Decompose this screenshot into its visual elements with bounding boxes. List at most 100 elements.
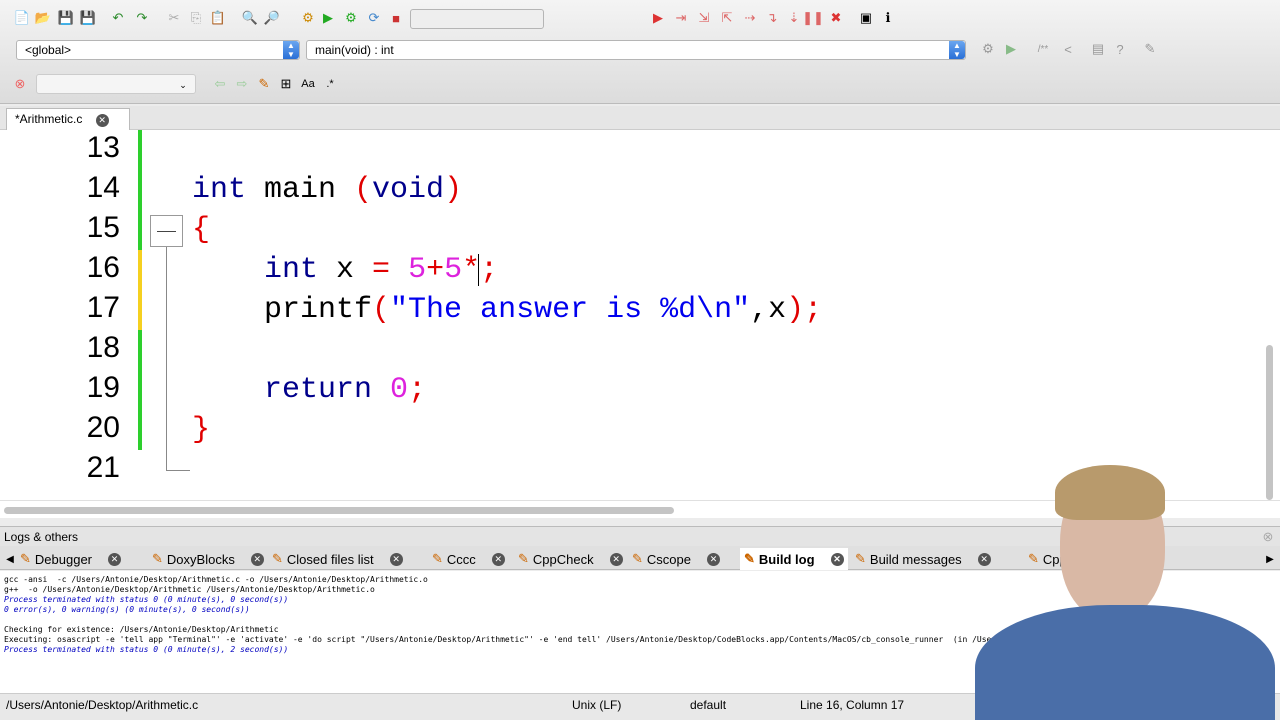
code-token: ; <box>480 253 499 287</box>
next-icon[interactable]: ⇨ <box>234 76 250 92</box>
close-tab-icon[interactable]: ✕ <box>706 552 720 566</box>
line-number[interactable]: 18 <box>0 331 120 365</box>
chevron-updown-icon: ▲ ▼ <box>283 41 299 59</box>
next-instruction-icon[interactable]: ⇢ <box>742 10 758 26</box>
text-cursor <box>478 254 479 286</box>
log-tab[interactable]: ✎ DoxyBlocks ✕ <box>152 548 264 570</box>
line-number[interactable]: 20 <box>0 411 120 445</box>
code-token: = <box>372 253 391 287</box>
close-tab-icon[interactable]: ✕ <box>250 552 264 566</box>
code-token: void <box>372 173 445 207</box>
prev-icon[interactable]: ⇦ <box>212 76 228 92</box>
code-token: ,x <box>750 293 787 327</box>
scroll-left-icon[interactable]: ◀ <box>2 551 18 567</box>
code-line[interactable]: return 0; <box>192 370 426 410</box>
status-encoding: default <box>690 698 727 712</box>
comment-icon[interactable]: /** <box>1035 41 1051 57</box>
highlight-icon[interactable]: ✎ <box>256 76 272 92</box>
log-tab[interactable]: ✎ CppCheck ✕ <box>518 548 623 570</box>
cut-icon[interactable]: ✂ <box>166 10 182 26</box>
build-icon[interactable]: ⚙ <box>300 10 316 26</box>
line-number[interactable]: 19 <box>0 371 120 405</box>
fold-toggle[interactable] <box>150 215 183 247</box>
log-line: g++ -o /Users/Antonie/Desktop/Arithmetic… <box>4 585 375 594</box>
step-over-icon[interactable]: ⇥ <box>673 10 689 26</box>
debug-icon[interactable]: ▶ <box>650 10 666 26</box>
find-icon[interactable]: 🔍 <box>242 10 258 26</box>
log-tab[interactable]: ✎ Debugger ✕ <box>20 548 122 570</box>
open-icon[interactable]: 📂 <box>35 10 51 26</box>
code-line[interactable]: int x = 5+5*; <box>192 250 498 290</box>
tab-icon: ✎ <box>744 551 755 566</box>
build-target-select[interactable] <box>410 9 544 29</box>
new-file-icon[interactable]: 📄 <box>14 10 30 26</box>
doxy-icon[interactable]: < <box>1060 41 1076 57</box>
copy-icon[interactable]: ⎘ <box>188 10 204 26</box>
redo-icon[interactable]: ↷ <box>134 10 150 26</box>
jump-back-icon[interactable]: ⚙ <box>980 41 996 57</box>
code-line[interactable]: printf("The answer is %d\n",x); <box>192 290 822 330</box>
stop-debug-icon[interactable]: ✖ <box>828 10 844 26</box>
scope-select[interactable]: <global> ▲ ▼ <box>16 40 300 60</box>
help-icon[interactable]: ? <box>1112 41 1128 57</box>
line-number[interactable]: 13 <box>0 131 120 165</box>
close-tab-icon[interactable]: ✕ <box>389 552 403 566</box>
code-line[interactable]: { <box>192 210 210 250</box>
function-select[interactable]: main(void) : int ▲ ▼ <box>306 40 966 60</box>
undo-icon[interactable]: ↶ <box>110 10 126 26</box>
search-input[interactable]: ⌄ <box>36 74 196 94</box>
line-number[interactable]: 17 <box>0 291 120 325</box>
regex-icon[interactable]: .* <box>322 76 338 92</box>
doc-icon[interactable]: ▤ <box>1090 41 1106 57</box>
save-all-icon[interactable]: 💾 <box>80 10 96 26</box>
scope-value: <global> <box>25 43 72 57</box>
selected-text-icon[interactable]: ⊞ <box>278 76 294 92</box>
code-token: return <box>264 373 391 407</box>
code-token: 0 <box>390 373 409 407</box>
match-case-icon[interactable]: Aa <box>300 76 316 92</box>
close-tab-icon[interactable]: ✕ <box>609 552 623 566</box>
rebuild-icon[interactable]: ⟳ <box>366 10 382 26</box>
tools-icon[interactable]: ✎ <box>1142 41 1158 57</box>
webcam-overlay <box>955 465 1280 720</box>
step-out-icon[interactable]: ⇱ <box>719 10 735 26</box>
pause-icon[interactable]: ❚❚ <box>802 10 824 26</box>
debug-windows-icon[interactable]: ▣ <box>858 10 874 26</box>
code-line[interactable]: } <box>192 410 210 450</box>
run-to-cursor-icon[interactable]: ⇣ <box>786 10 802 26</box>
step-instruction-icon[interactable]: ↴ <box>764 10 780 26</box>
close-tab-icon[interactable]: ✕ <box>95 114 109 127</box>
log-tab[interactable]: ✎ Build log ✕ <box>740 548 848 570</box>
replace-icon[interactable]: 🔎 <box>264 10 280 26</box>
step-into-icon[interactable]: ⇲ <box>696 10 712 26</box>
run-icon[interactable]: ▶ <box>320 10 336 26</box>
code-line[interactable]: int main (void) <box>192 170 462 210</box>
log-tab-label: CppCheck <box>532 551 594 567</box>
build-run-icon[interactable]: ⚙ <box>343 10 359 26</box>
log-tab[interactable]: ✎ Cccc ✕ <box>432 548 505 570</box>
log-tab[interactable]: ✎ Closed files list ✕ <box>272 548 403 570</box>
file-tab[interactable]: *Arithmetic.c ✕ <box>6 108 130 130</box>
line-number[interactable]: 15 <box>0 211 120 245</box>
abort-icon[interactable]: ■ <box>388 10 404 26</box>
close-tab-icon[interactable]: ✕ <box>108 552 122 566</box>
close-tab-icon[interactable]: ✕ <box>491 552 505 566</box>
line-number[interactable]: 14 <box>0 171 120 205</box>
line-number[interactable]: 16 <box>0 251 120 285</box>
chevron-updown-icon: ▲ ▼ <box>949 41 965 59</box>
log-tab-label: Closed files list <box>286 551 374 567</box>
jump-forward-icon[interactable]: ▶ <box>1003 41 1019 57</box>
code-token: 5 <box>390 253 427 287</box>
log-tab[interactable]: ✎ Cscope ✕ <box>632 548 720 570</box>
line-number[interactable]: 21 <box>0 451 120 485</box>
debug-info-icon[interactable]: ℹ <box>880 10 896 26</box>
logs-title: Logs & others <box>4 530 79 544</box>
close-tab-icon[interactable]: ✕ <box>830 552 844 566</box>
save-icon[interactable]: 💾 <box>58 10 74 26</box>
paste-icon[interactable]: 📋 <box>210 10 226 26</box>
code-editor[interactable]: 13 14 int main (void) 15 {16 int x = 5+5*; 17… <box>0 130 1280 500</box>
clear-search-icon[interactable]: ⊗ <box>12 76 28 92</box>
tab-icon: ✎ <box>432 551 443 566</box>
log-tab-label: Cscope <box>646 551 691 567</box>
